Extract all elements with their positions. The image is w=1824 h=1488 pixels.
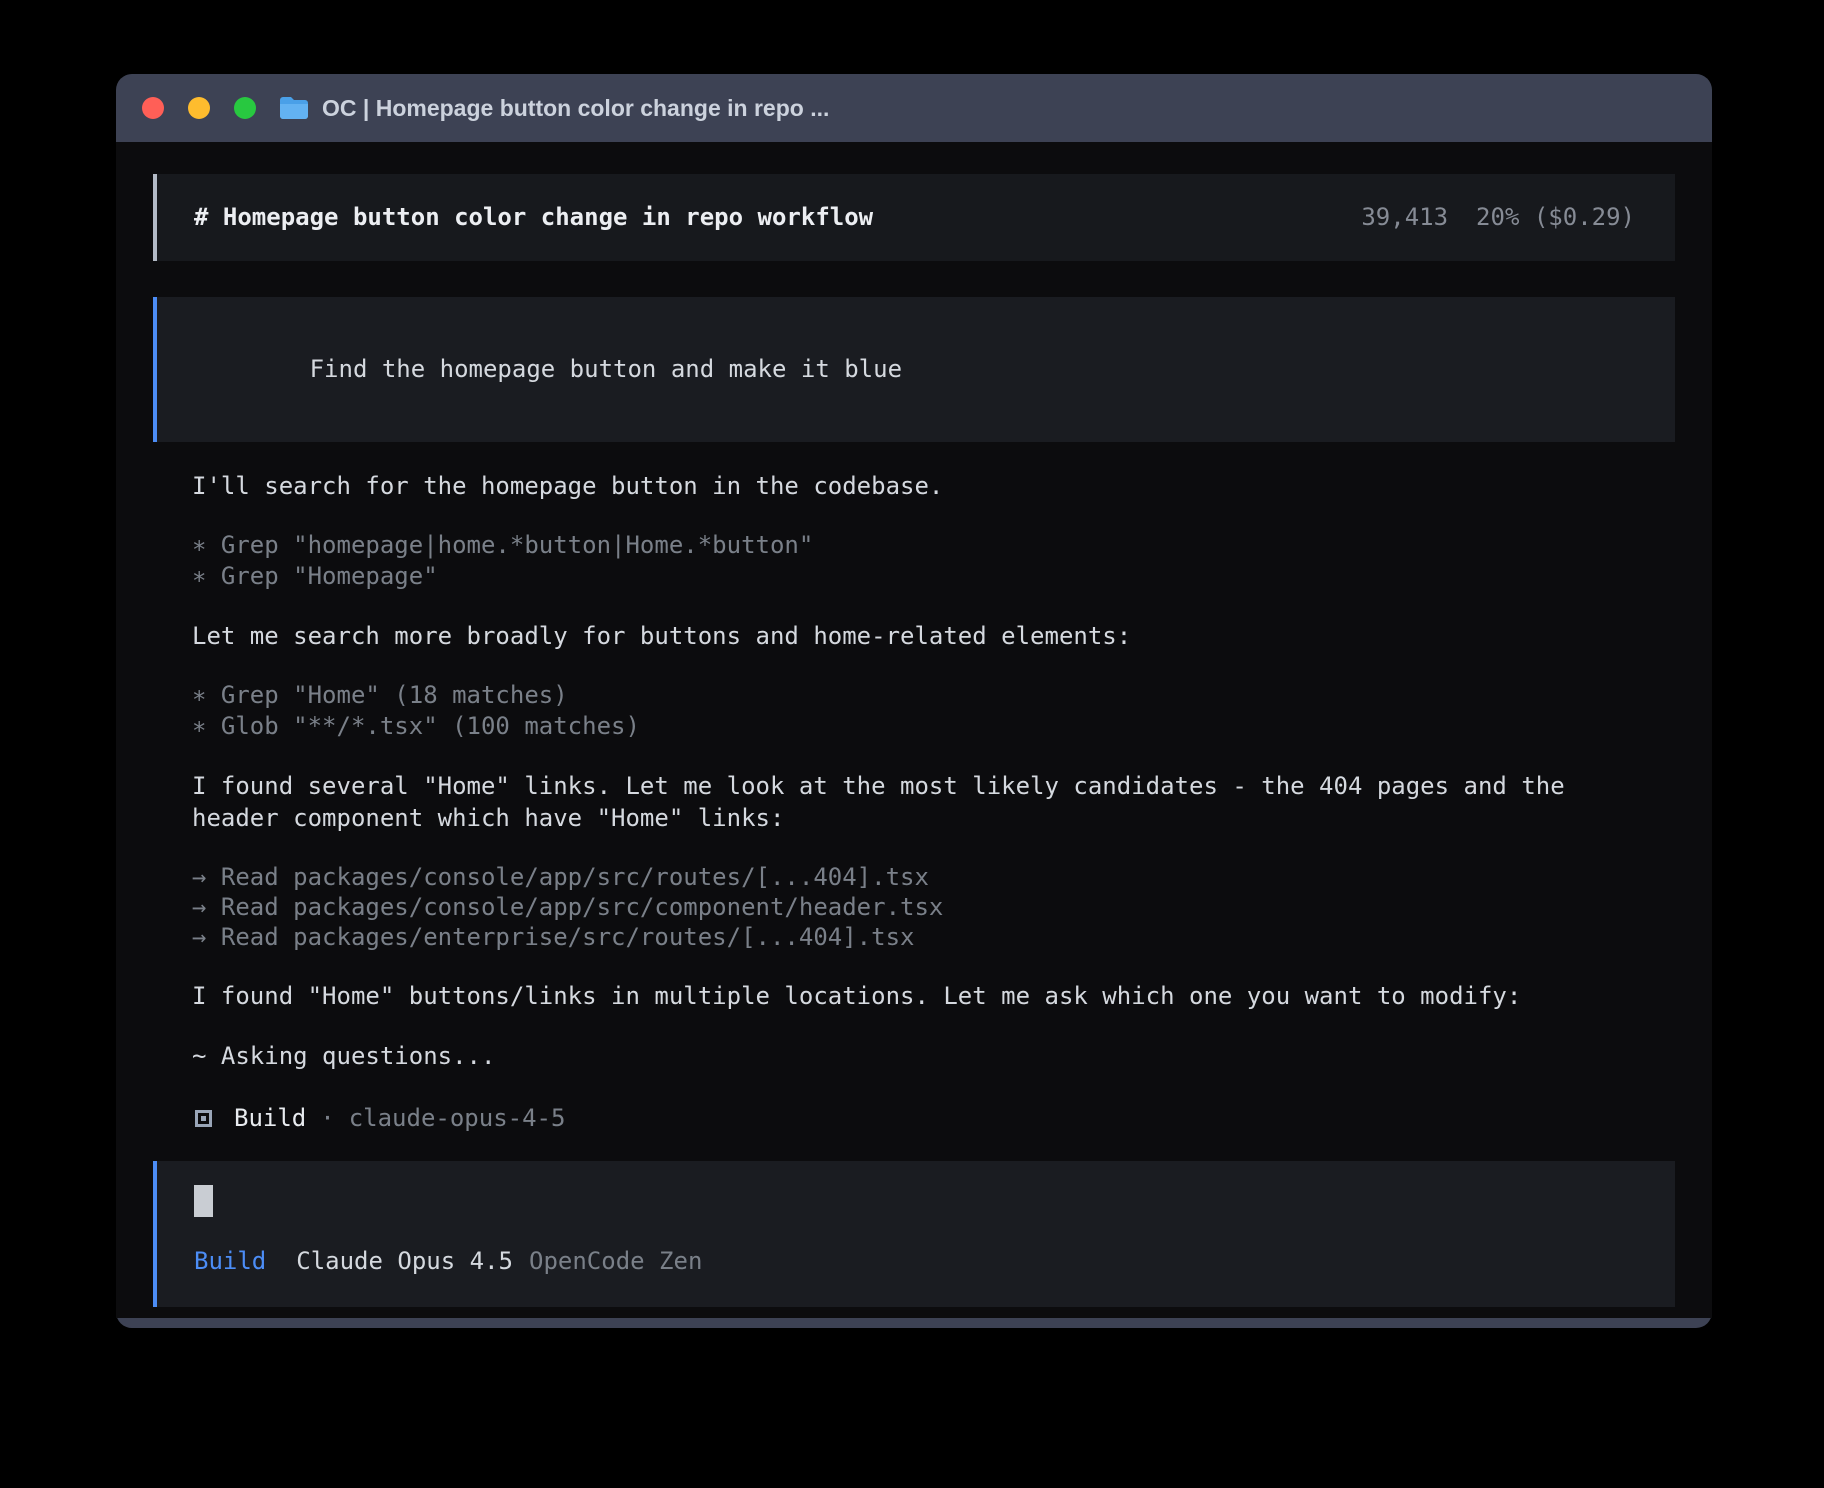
user-message-text: Find the homepage button and make it blu… <box>310 355 902 383</box>
terminal-content: # Homepage button color change in repo w… <box>116 142 1712 1318</box>
minimize-window-button[interactable] <box>188 97 210 119</box>
text-cursor <box>194 1185 213 1217</box>
input-provider: OpenCode Zen <box>529 1245 702 1277</box>
agent-separator: · <box>320 1102 334 1134</box>
session-header: # Homepage button color change in repo w… <box>153 174 1675 261</box>
window-titlebar[interactable]: OC | Homepage button color change in rep… <box>116 74 1712 142</box>
assistant-intro: I'll search for the homepage button in t… <box>192 470 1612 502</box>
grep-call: ∗ Grep "Home" (18 matches) <box>192 680 1675 711</box>
search-tool-calls: ∗ Grep "Home" (18 matches) ∗ Glob "**/*.… <box>192 680 1675 742</box>
session-stats: 39,413 20% ($0.29) <box>1361 201 1635 233</box>
grep-tool-calls: ∗ Grep "homepage|home.*button|Home.*butt… <box>192 530 1675 592</box>
user-message-block: Find the homepage button and make it blu… <box>153 297 1675 442</box>
agent-model: claude-opus-4-5 <box>349 1102 566 1134</box>
grep-call: ∗ Grep "homepage|home.*button|Home.*butt… <box>192 530 1675 561</box>
input-meta: Build Claude Opus 4.5 OpenCode Zen <box>194 1245 1635 1277</box>
window-title: OC | Homepage button color change in rep… <box>322 95 829 122</box>
agent-row: Build · claude-opus-4-5 <box>195 1102 1675 1134</box>
assistant-broader: Let me search more broadly for buttons a… <box>192 620 1612 652</box>
glob-call: ∗ Glob "**/*.tsx" (100 matches) <box>192 711 1675 742</box>
asking-status: ~ Asking questions... <box>192 1040 1612 1072</box>
read-call: → Read packages/enterprise/src/routes/[.… <box>192 922 1675 952</box>
zoom-window-button[interactable] <box>234 97 256 119</box>
folder-icon <box>279 96 309 120</box>
input-model: Claude Opus 4.5 <box>296 1245 513 1277</box>
traffic-lights <box>142 97 256 119</box>
close-window-button[interactable] <box>142 97 164 119</box>
app-window: OC | Homepage button color change in rep… <box>116 74 1712 1328</box>
assistant-candidates: I found several "Home" links. Let me loo… <box>192 770 1612 834</box>
square-dot-icon <box>195 1110 212 1127</box>
read-call: → Read packages/console/app/src/routes/[… <box>192 862 1675 892</box>
read-tool-calls: → Read packages/console/app/src/routes/[… <box>192 862 1675 952</box>
grep-call: ∗ Grep "Homepage" <box>192 561 1675 592</box>
prompt-input[interactable]: Build Claude Opus 4.5 OpenCode Zen <box>153 1161 1675 1307</box>
session-title: # Homepage button color change in repo w… <box>194 201 873 233</box>
read-call: → Read packages/console/app/src/componen… <box>192 892 1675 922</box>
input-mode: Build <box>194 1245 266 1277</box>
token-count: 39,413 <box>1361 201 1448 233</box>
context-cost: 20% ($0.29) <box>1476 201 1635 233</box>
assistant-ask: I found "Home" buttons/links in multiple… <box>192 980 1612 1012</box>
agent-name: Build <box>234 1102 306 1134</box>
desktop-background: OC | Homepage button color change in rep… <box>0 0 1824 1488</box>
